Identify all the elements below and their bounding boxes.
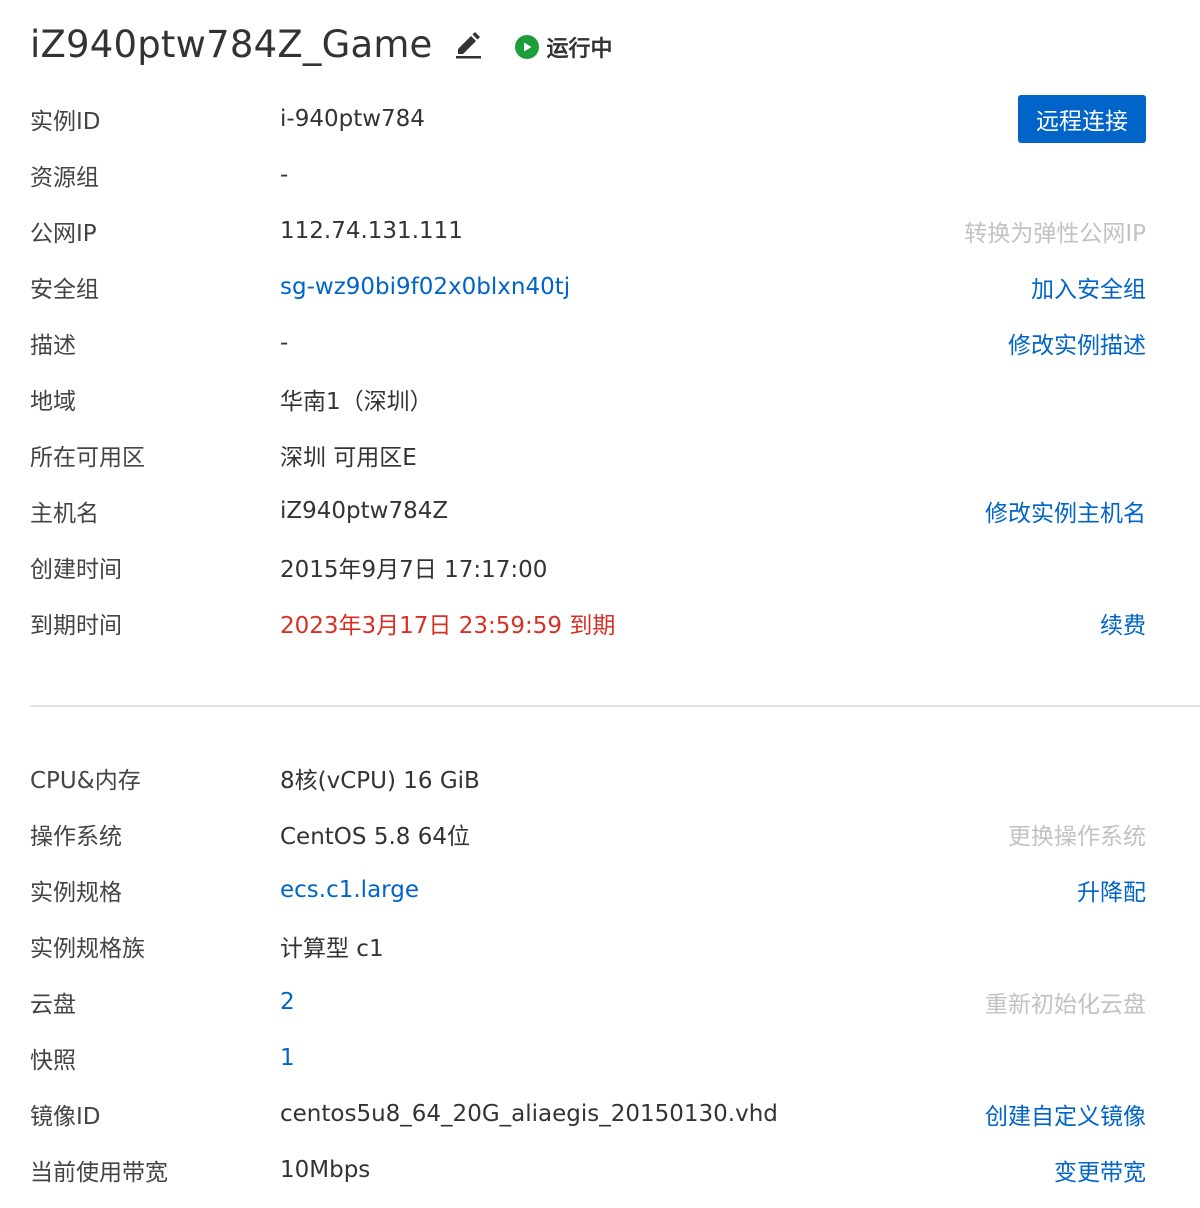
row-instance-family: 实例规格族 计算型 c1 bbox=[30, 918, 1146, 974]
label-expire-time: 到期时间 bbox=[30, 613, 122, 639]
value-zone: 深圳 可用区E bbox=[280, 445, 417, 471]
row-cloud-disk: 云盘 2 重新初始化云盘 bbox=[30, 974, 1146, 1030]
label-instance-family: 实例规格族 bbox=[30, 936, 145, 962]
join-security-group-link[interactable]: 加入安全组 bbox=[1031, 270, 1146, 304]
row-cpu-memory: CPU&内存 8核(vCPU) 16 GiB bbox=[30, 750, 1146, 806]
value-resource-group: - bbox=[280, 162, 289, 188]
row-hostname: 主机名 iZ940ptw784Z 修改实例主机名 bbox=[30, 483, 1146, 539]
label-cpu-memory: CPU&内存 bbox=[30, 768, 141, 794]
row-resource-group: 资源组 - bbox=[30, 147, 1146, 203]
label-zone: 所在可用区 bbox=[30, 445, 145, 471]
page-header: iZ940ptw784Z_Game 运行中 bbox=[30, 14, 613, 74]
value-created-time: 2015年9月7日 17:17:00 bbox=[280, 557, 548, 583]
remote-connect-button[interactable]: 远程连接 bbox=[1018, 95, 1146, 143]
value-expire-time: 2023年3月17日 23:59:59 到期 bbox=[280, 613, 616, 639]
section-divider bbox=[30, 705, 1200, 707]
edit-hostname-link[interactable]: 修改实例主机名 bbox=[985, 494, 1146, 528]
label-region: 地域 bbox=[30, 389, 76, 415]
upgrade-downgrade-link[interactable]: 升降配 bbox=[1077, 873, 1146, 907]
instance-title: iZ940ptw784Z_Game bbox=[30, 22, 433, 66]
play-icon bbox=[514, 35, 539, 59]
label-instance-type: 实例规格 bbox=[30, 880, 122, 906]
value-description: - bbox=[280, 330, 289, 356]
renew-link[interactable]: 续费 bbox=[1100, 606, 1146, 640]
cloud-disk-count-link[interactable]: 2 bbox=[280, 989, 295, 1015]
label-snapshot: 快照 bbox=[30, 1048, 76, 1074]
row-instance-type: 实例规格 ecs.c1.large 升降配 bbox=[30, 862, 1146, 918]
label-cloud-disk: 云盘 bbox=[30, 992, 76, 1018]
change-os-link: 更换操作系统 bbox=[1008, 824, 1146, 850]
row-image-id: 镜像ID centos5u8_64_20G_aliaegis_20150130.… bbox=[30, 1086, 1146, 1142]
label-bandwidth: 当前使用带宽 bbox=[30, 1160, 168, 1186]
value-bandwidth: 10Mbps bbox=[280, 1157, 371, 1183]
security-group-link[interactable]: sg-wz90bi9f02x0blxn40tj bbox=[280, 274, 570, 300]
label-public-ip: 公网IP bbox=[30, 221, 97, 247]
label-instance-id: 实例ID bbox=[30, 109, 101, 135]
value-instance-id: i-940ptw784 bbox=[280, 106, 425, 132]
config-info-section: CPU&内存 8核(vCPU) 16 GiB 操作系统 CentOS 5.8 6… bbox=[30, 750, 1146, 1198]
row-instance-id: 实例ID i-940ptw784 远程连接 bbox=[30, 91, 1146, 147]
row-region: 地域 华南1（深圳） bbox=[30, 371, 1146, 427]
label-image-id: 镜像ID bbox=[30, 1104, 101, 1130]
pencil-icon bbox=[455, 32, 481, 59]
value-os: CentOS 5.8 64位 bbox=[280, 824, 470, 850]
convert-eip-link: 转换为弹性公网IP bbox=[964, 221, 1146, 247]
edit-description-link[interactable]: 修改实例描述 bbox=[1008, 326, 1146, 360]
status-text: 运行中 bbox=[546, 37, 613, 62]
row-expire-time: 到期时间 2023年3月17日 23:59:59 到期 续费 bbox=[30, 595, 1146, 651]
row-security-group: 安全组 sg-wz90bi9f02x0blxn40tj 加入安全组 bbox=[30, 259, 1146, 315]
row-zone: 所在可用区 深圳 可用区E bbox=[30, 427, 1146, 483]
status-badge: 运行中 bbox=[514, 31, 613, 63]
create-custom-image-link[interactable]: 创建自定义镜像 bbox=[985, 1097, 1146, 1131]
basic-info-section: 实例ID i-940ptw784 远程连接 资源组 - 公网IP 112.74.… bbox=[30, 91, 1146, 651]
value-hostname: iZ940ptw784Z bbox=[280, 498, 449, 524]
value-public-ip: 112.74.131.111 bbox=[280, 218, 463, 244]
label-hostname: 主机名 bbox=[30, 501, 99, 527]
value-instance-family: 计算型 c1 bbox=[280, 936, 384, 962]
row-description: 描述 - 修改实例描述 bbox=[30, 315, 1146, 371]
reinit-disk-link: 重新初始化云盘 bbox=[985, 992, 1146, 1018]
value-image-id: centos5u8_64_20G_aliaegis_20150130.vhd bbox=[280, 1101, 778, 1127]
edit-name-button[interactable] bbox=[451, 27, 485, 61]
value-region: 华南1（深圳） bbox=[280, 389, 433, 415]
row-created-time: 创建时间 2015年9月7日 17:17:00 bbox=[30, 539, 1146, 595]
label-resource-group: 资源组 bbox=[30, 165, 99, 191]
row-os: 操作系统 CentOS 5.8 64位 更换操作系统 bbox=[30, 806, 1146, 862]
snapshot-count-link[interactable]: 1 bbox=[280, 1045, 295, 1071]
value-cpu-memory: 8核(vCPU) 16 GiB bbox=[280, 768, 480, 794]
label-description: 描述 bbox=[30, 333, 76, 359]
label-created-time: 创建时间 bbox=[30, 557, 122, 583]
instance-type-link[interactable]: ecs.c1.large bbox=[280, 877, 419, 903]
row-snapshot: 快照 1 bbox=[30, 1030, 1146, 1086]
label-os: 操作系统 bbox=[30, 824, 122, 850]
row-bandwidth: 当前使用带宽 10Mbps 变更带宽 bbox=[30, 1142, 1146, 1198]
row-public-ip: 公网IP 112.74.131.111 转换为弹性公网IP bbox=[30, 203, 1146, 259]
label-security-group: 安全组 bbox=[30, 277, 99, 303]
change-bandwidth-link[interactable]: 变更带宽 bbox=[1054, 1153, 1146, 1187]
